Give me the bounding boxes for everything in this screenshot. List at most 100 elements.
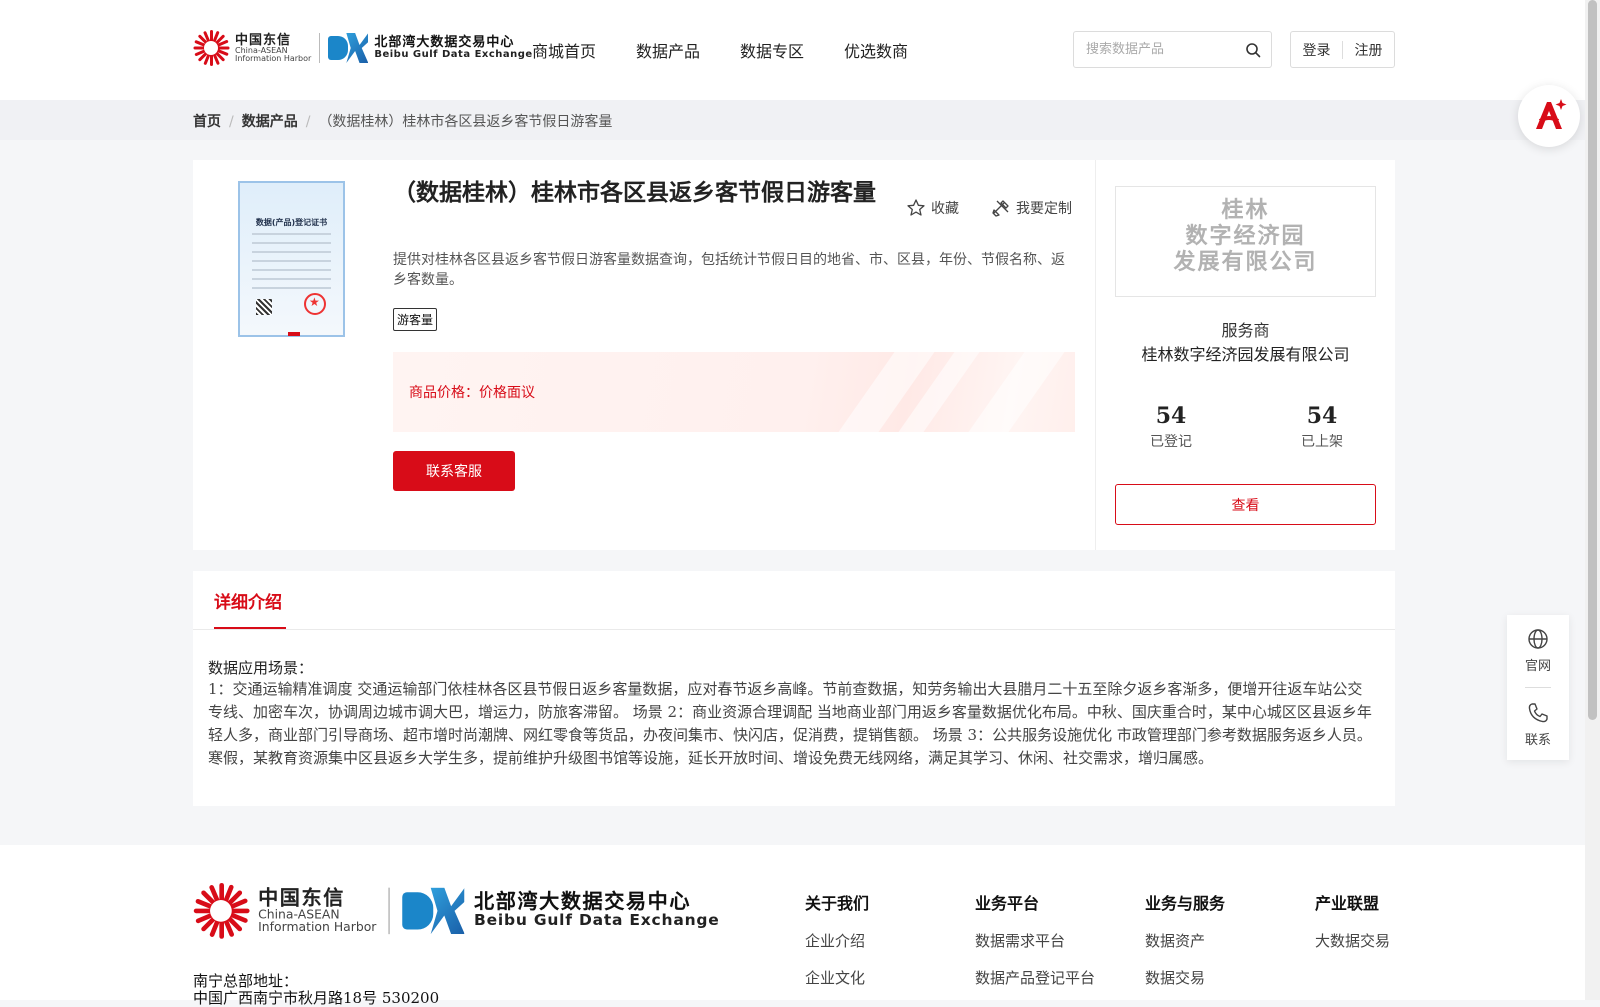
tab-detail-intro[interactable]: 详细介绍	[214, 588, 282, 613]
breadcrumb-home[interactable]: 首页	[193, 114, 221, 130]
tools-icon	[992, 200, 1009, 217]
nav-data-products[interactable]: 数据产品	[636, 38, 700, 62]
beibu-gulf-logo-icon	[328, 33, 369, 63]
star-icon	[907, 199, 925, 216]
price-label: 商品价格：	[409, 385, 479, 401]
price-value: 价格面议	[479, 385, 535, 401]
detail-heading: 数据应用场景：	[208, 659, 314, 677]
footer: 中国东信 China-ASEAN Information Harbor 北部湾大…	[0, 845, 1585, 1007]
vendor-logo-line-2: 数字经济园	[1185, 223, 1306, 249]
footer-col-title: 产业联盟	[1315, 894, 1380, 913]
nav-preferred-vendors[interactable]: 优选数商	[844, 38, 908, 62]
china-asean-logo-icon	[193, 30, 230, 66]
ai-assistant-icon	[1536, 99, 1567, 129]
footer-address: 南宁总部地址： 中国广西南宁市秋月路18号 530200	[193, 973, 439, 1007]
logo-bx-en: Beibu Gulf Data Exchange	[374, 48, 533, 60]
view-vendor-button[interactable]: 查看	[1115, 484, 1376, 525]
ai-assistant-button[interactable]	[1518, 85, 1580, 147]
breadcrumb-products[interactable]: 数据产品	[242, 114, 298, 130]
stat-listed: 54 已上架	[1272, 403, 1372, 451]
phone-icon	[1528, 703, 1548, 723]
footer-logo-bx-cn: 北部湾大数据交易中心	[474, 890, 692, 914]
footer-logo[interactable]: 中国东信 China-ASEAN Information Harbor 北部湾大…	[193, 883, 720, 939]
footer-link[interactable]: 数据需求平台	[975, 930, 1095, 951]
footer-col-alliance: 产业联盟 大数据交易	[1315, 890, 1390, 967]
auth-box: 登录 注册	[1290, 31, 1395, 68]
footer-link[interactable]: 企业文化	[805, 967, 869, 988]
footer-link[interactable]: 数据交易	[1145, 967, 1225, 988]
footer-col-platform: 业务平台 数据需求平台 数据产品登记平台	[975, 890, 1095, 1004]
logo-bx-cn: 北部湾大数据交易中心	[374, 34, 515, 50]
logo-cn-en2: Information Harbor	[235, 53, 312, 63]
footer-col-title: 业务平台	[975, 894, 1040, 913]
nav-mall-home[interactable]: 商城首页	[532, 38, 596, 62]
footer-logo-bx-en: Beibu Gulf Data Exchange	[474, 911, 720, 929]
globe-icon	[1528, 629, 1548, 649]
float-divider	[1525, 687, 1551, 688]
stat-registered: 54 已登记	[1121, 403, 1221, 451]
certificate-image[interactable]: 数据(产品)登记证书	[238, 181, 345, 337]
address-line: 中国广西南宁市秋月路18号 530200	[193, 989, 440, 1007]
vendor-name: 桂林数字经济园发展有限公司	[1141, 345, 1350, 364]
registered-label: 已登记	[1150, 434, 1192, 450]
footer-col-title: 业务与服务	[1145, 894, 1226, 913]
register-button[interactable]: 注册	[1343, 40, 1394, 60]
contact-link[interactable]: 联系	[1507, 701, 1569, 748]
vendor-logo-line-1: 桂林	[1221, 197, 1270, 223]
footer-logo-cn: 中国东信	[258, 886, 345, 911]
nav-data-zone[interactable]: 数据专区	[740, 38, 804, 62]
scrollbar-thumb[interactable]	[1588, 0, 1597, 720]
official-seal-icon	[304, 293, 326, 315]
right-float-panel: 官网 联系	[1507, 615, 1569, 760]
price-box: 商品价格：价格面议	[393, 352, 1075, 432]
website-label: 官网	[1524, 659, 1551, 674]
favorite-button[interactable]: 收藏	[906, 198, 959, 218]
contact-label: 联系	[1524, 733, 1551, 748]
footer-link[interactable]: 数据产品登记平台	[975, 967, 1095, 988]
website-link[interactable]: 官网	[1507, 627, 1569, 674]
footer-link[interactable]: 大数据交易	[1315, 930, 1390, 951]
footer-col-title: 关于我们	[805, 894, 870, 913]
footer-link[interactable]: 企业介绍	[805, 930, 869, 951]
vendor-logo-line-3: 发展有限公司	[1173, 249, 1318, 275]
vendor-logo: 桂林 数字经济园 发展有限公司	[1115, 186, 1376, 297]
logo-cn-text: 中国东信	[235, 32, 292, 48]
address-title: 南宁总部地址：	[193, 972, 299, 990]
product-tag: 游客量	[393, 308, 438, 331]
listed-label: 已上架	[1301, 434, 1343, 450]
listed-count: 54	[1306, 403, 1338, 429]
product-title: （数据桂林）桂林市各区县返乡客节假日游客量	[393, 179, 876, 206]
footer-link[interactable]: 数据资产	[1145, 930, 1225, 951]
search-box	[1073, 31, 1272, 68]
contact-service-button[interactable]: 联系客服	[393, 451, 515, 491]
image-indicator	[288, 332, 300, 336]
footer-beibu-gulf-logo-icon	[402, 887, 465, 935]
registered-count: 54	[1155, 403, 1187, 429]
footer-logo-en2: Information Harbor	[258, 919, 377, 934]
footer-col-about: 关于我们 企业介绍 企业文化	[805, 890, 869, 1004]
logo-divider	[319, 33, 321, 63]
customize-button[interactable]: 我要定制	[991, 198, 1072, 218]
page-scrollbar[interactable]	[1585, 0, 1600, 1000]
breadcrumb: 首页 / 数据产品 / （数据桂林）桂林市各区县返乡客节假日游客量	[0, 100, 1585, 140]
main-nav: 商城首页 数据产品 数据专区 优选数商	[532, 38, 948, 62]
customize-label: 我要定制	[1016, 201, 1072, 217]
qr-code-icon	[256, 299, 272, 315]
product-card: 数据(产品)登记证书 （数据桂林）桂林市各区县返乡客节假日游客量 收藏 我要定制…	[193, 160, 1095, 550]
product-description: 提供对桂林各区县返乡客节假日游客量数据查询，包括统计节假日目的地省、市、区县，年…	[393, 252, 1065, 288]
login-button[interactable]: 登录	[1291, 40, 1342, 60]
detail-section: 详细介绍 数据应用场景： 1：交通运输精准调度 交通运输部门依桂林各区县节假日返…	[193, 571, 1395, 806]
detail-body: 1：交通运输精准调度 交通运输部门依桂林各区县节假日返乡客量数据，应对春节返乡高…	[208, 680, 1372, 767]
tab-divider	[193, 629, 1395, 630]
footer-logo-en1: China-ASEAN	[258, 907, 340, 921]
certificate-title: 数据(产品)登记证书	[255, 218, 328, 227]
top-header: 中国东信 China-ASEAN Information Harbor 北部湾大…	[0, 0, 1585, 100]
breadcrumb-current: （数据桂林）桂林市各区县返乡客节假日游客量	[318, 114, 613, 130]
favorite-label: 收藏	[931, 201, 959, 217]
search-input[interactable]	[1084, 40, 1238, 57]
footer-col-services: 业务与服务 数据资产 数据交易	[1145, 890, 1225, 1004]
site-logo[interactable]: 中国东信 China-ASEAN Information Harbor 北部湾大…	[193, 30, 533, 66]
search-icon[interactable]	[1245, 42, 1261, 58]
footer-logo-divider	[388, 887, 391, 935]
vendor-role: 服务商	[1221, 321, 1270, 340]
